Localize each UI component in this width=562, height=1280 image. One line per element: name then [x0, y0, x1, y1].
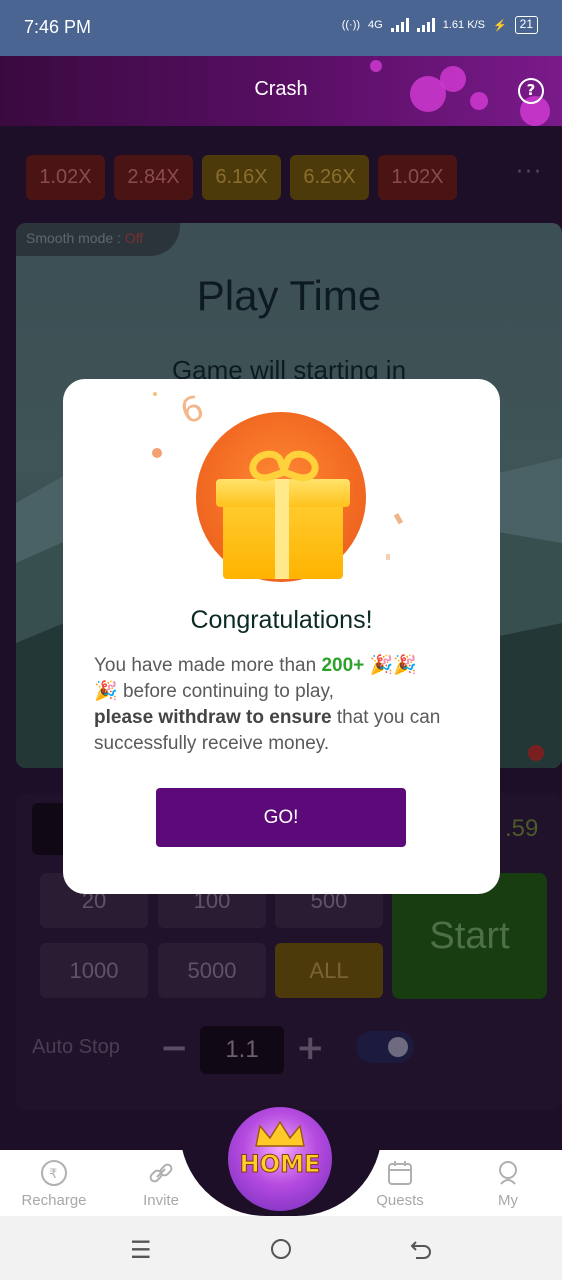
status-bar: 7:46 PM ((·)) 4G 1.61 K/S ⚡ 21	[0, 0, 562, 56]
home-circle-icon[interactable]	[270, 1238, 292, 1260]
signal-icon	[390, 18, 409, 32]
increment-button[interactable]: +	[296, 1030, 325, 1066]
go-button[interactable]: GO!	[156, 788, 406, 847]
net-speed: 1.61 K/S	[442, 19, 485, 31]
status-time: 7:46 PM	[24, 17, 92, 37]
nav-item-recharge[interactable]: ₹ Recharge	[9, 1158, 99, 1209]
nav-item-quests[interactable]: Quests	[355, 1158, 445, 1209]
help-icon[interactable]: ?	[518, 78, 544, 104]
multiplier-history: 1.02X 2.84X 6.16X 6.26X 1.02X	[26, 155, 457, 200]
recharge-icon: ₹	[41, 1160, 67, 1186]
signal-2-icon	[416, 18, 435, 32]
profile-icon	[499, 1161, 517, 1185]
crown-icon	[255, 1120, 305, 1147]
calendar-icon	[388, 1161, 412, 1185]
balance-value: .59	[505, 815, 539, 842]
app-header: Crash ?	[0, 56, 562, 126]
home-label[interactable]: HOME	[228, 1150, 332, 1179]
page-title: Crash	[254, 78, 308, 100]
multiplier-chip: 1.02X	[378, 155, 457, 200]
multiplier-chip: 2.84X	[114, 155, 193, 200]
balance-box	[32, 803, 66, 855]
charging-icon: ⚡	[492, 19, 507, 32]
battery-level: 21	[514, 16, 538, 34]
link-icon	[149, 1163, 173, 1183]
decrement-button[interactable]: −	[160, 1030, 189, 1066]
auto-stop-input[interactable]: 1.1	[200, 1026, 284, 1074]
congratulations-dialog: 6 Congratulations! You have made more th…	[63, 379, 500, 894]
gift-ribbon	[275, 479, 289, 579]
network-type: 4G	[368, 19, 383, 31]
dialog-title: Congratulations!	[190, 606, 373, 634]
nav-item-my[interactable]: My	[463, 1158, 553, 1209]
back-icon[interactable]	[410, 1238, 432, 1260]
multiplier-chip: 6.16X	[202, 155, 281, 200]
hotspot-icon: ((·))	[341, 19, 361, 31]
bet-chip-all[interactable]: ALL	[275, 943, 383, 998]
svg-text:6: 6	[175, 388, 209, 433]
multiplier-chip: 1.02X	[26, 155, 105, 200]
auto-stop-toggle[interactable]	[356, 1031, 414, 1063]
dialog-message: You have made more than 200+ 🎉🎉 🎉 before…	[94, 655, 441, 754]
multiplier-chip: 6.26X	[290, 155, 369, 200]
smooth-mode-label[interactable]: Smooth mode : Off	[16, 223, 180, 256]
more-icon[interactable]: ···	[516, 160, 543, 185]
bet-chip-5000[interactable]: 5000	[158, 943, 266, 998]
nav-item-invite[interactable]: Invite	[116, 1158, 206, 1209]
auto-stop-label: Auto Stop	[32, 1036, 120, 1058]
svg-text:₹: ₹	[49, 1167, 57, 1182]
play-title: Play Time	[196, 272, 382, 319]
status-icons: ((·)) 4G 1.61 K/S ⚡ 21	[342, 16, 538, 34]
bet-chip-1000[interactable]: 1000	[40, 943, 148, 998]
recent-apps-icon[interactable]: ☰	[130, 1236, 152, 1264]
